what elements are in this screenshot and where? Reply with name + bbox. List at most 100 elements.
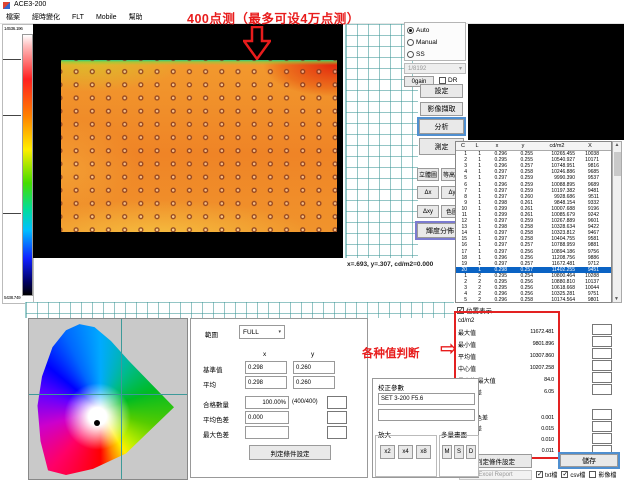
calibration-extra-field[interactable]	[378, 409, 475, 421]
cie-crosshair-horizontal	[29, 394, 187, 395]
annotation-points-text: 400点测（最多可设4万点测）	[187, 8, 360, 27]
stat-row: 中心值 10207.258	[458, 362, 554, 374]
analyze-button[interactable]: 分析	[419, 119, 464, 134]
cie-chromaticity-panel[interactable]	[28, 318, 188, 480]
cie-horseshoe-gamut	[33, 321, 183, 475]
reference-x-field[interactable]: 0.298	[245, 361, 287, 374]
avg-colordiff-field[interactable]: 0.000	[245, 411, 289, 424]
range-panel: 範圍 FULL ▾ x y 基準值 0.298 0.260 平均 0.298 0…	[190, 318, 368, 478]
calibration-panel: 校正參數 SET 3-200 F5.6 放大 x2x4x8 多量畫面 MSD	[372, 378, 479, 478]
graph-paper-bottom	[25, 302, 454, 318]
column-header: L	[470, 143, 484, 149]
average-y-field[interactable]: 0.260	[293, 376, 335, 389]
luminance-section-header: cd/m2	[458, 315, 554, 326]
shutter-select[interactable]: 1/8192 ▾	[404, 63, 466, 74]
app-window: ACE3-200 檔案經時變化FLTMobile幫助 14536.196 543…	[0, 0, 624, 480]
camera-preview	[468, 24, 624, 140]
zoom-button[interactable]: x2	[380, 445, 395, 459]
judgment-box	[327, 411, 347, 424]
cie-crosshair-vertical	[121, 319, 122, 479]
radio-icon	[407, 39, 414, 46]
column-header: cd/m2	[536, 143, 578, 149]
capture-button[interactable]: 影像擷取	[420, 102, 463, 116]
menu-item[interactable]: 檔案	[0, 12, 26, 22]
column-header: y	[510, 143, 536, 149]
delta-x-button[interactable]: Δx	[417, 186, 439, 199]
menu-item[interactable]: 幫助	[123, 12, 149, 22]
radio-icon	[407, 27, 414, 34]
judgment-box	[592, 324, 612, 335]
stat-row: 最大值 11672.481	[458, 326, 554, 338]
scrollbar-thumb[interactable]	[614, 152, 621, 176]
measurement-table[interactable]: CLxycd/m2X 1 1 0.296 0.255 10265.455 100…	[455, 141, 612, 303]
judgment-box	[592, 384, 612, 395]
max-colordiff-label: 最大色差	[203, 429, 229, 439]
app-icon	[3, 2, 10, 9]
judgment-box	[592, 409, 612, 420]
view3d-button[interactable]: 立體圖	[417, 168, 439, 181]
menu-item[interactable]: Mobile	[90, 14, 123, 21]
judgment-condition-button[interactable]: 判定條件設定	[249, 445, 331, 460]
range-label: 範圍	[205, 329, 218, 339]
table-header: CLxycd/m2X	[456, 142, 611, 151]
stat-row: 最小值 9801.896	[458, 338, 554, 350]
annotation-right-arrow: ⇨	[440, 336, 457, 361]
judgment-box	[327, 396, 347, 409]
colorbar-tick	[3, 115, 21, 116]
colorbar-tick	[3, 59, 21, 60]
checkbox-icon	[536, 471, 543, 478]
annotation-down-arrow	[243, 26, 271, 60]
table-body: 1 1 0.296 0.255 10265.455 10038 2 1 0.29…	[456, 151, 611, 303]
column-header: C	[456, 143, 470, 149]
max-colordiff-field[interactable]	[245, 426, 289, 439]
delta-xy-button[interactable]: Δxy	[417, 205, 439, 218]
zoom-button[interactable]: x8	[416, 445, 431, 459]
average-x-field[interactable]: 0.298	[245, 376, 287, 389]
position-display-checkbox[interactable]: 位置表示	[457, 305, 492, 315]
table-row[interactable]: 5 2 0.296 0.258 10174.564 9801	[456, 297, 611, 303]
multi-button[interactable]: M	[442, 445, 452, 459]
save-button[interactable]: 儲存	[560, 454, 618, 467]
cursor-status-line: x=.693, y=.307, cd/m2=0.000	[347, 261, 433, 268]
scroll-up-icon[interactable]: ▲	[613, 142, 621, 148]
menu-item[interactable]: 經時變化	[26, 12, 66, 22]
calibration-title: 校正參數	[378, 382, 404, 392]
luminance-heatmap[interactable]	[61, 60, 337, 232]
export-format-checkbox[interactable]: csv檔	[561, 470, 585, 479]
chevron-down-icon: ▾	[278, 329, 281, 335]
judgment-box	[592, 360, 612, 371]
judgment-boxes-chroma	[592, 409, 612, 457]
checkbox-icon	[439, 77, 446, 84]
column-header: x	[484, 143, 510, 149]
multi-button[interactable]: S	[454, 445, 464, 459]
dr-checkbox[interactable]: DR	[439, 77, 457, 84]
table-scrollbar[interactable]: ▲ ▼	[612, 141, 622, 303]
exposure-mode-radio[interactable]: Manual	[407, 36, 463, 48]
calibration-set-field[interactable]: SET 3-200 F5.6	[378, 393, 475, 405]
export-format-checkbox[interactable]: txt檔	[536, 470, 557, 479]
checkbox-icon	[457, 307, 464, 314]
reference-label: 基準值	[203, 364, 223, 374]
range-select[interactable]: FULL ▾	[239, 325, 285, 339]
judgment-boxes-luminance	[592, 324, 612, 396]
column-header: X	[578, 143, 602, 149]
measurement-view[interactable]	[33, 24, 343, 258]
exposure-mode-radio[interactable]: Auto	[407, 24, 463, 36]
colorbar-min-label: 5438.749	[4, 295, 20, 300]
exposure-mode-radio[interactable]: SS	[407, 48, 463, 60]
pass-count-field: 100.00%	[245, 396, 289, 409]
export-format-checkbox[interactable]: 影像檔	[589, 470, 616, 479]
colorbar-panel: 14536.196 5438.749	[2, 24, 34, 304]
multi-button[interactable]: D	[466, 445, 476, 459]
zoom-button[interactable]: x4	[398, 445, 413, 459]
settings-button[interactable]: 設定	[420, 84, 463, 98]
export-format-checks: txt檔 csv檔 影像檔	[536, 470, 616, 479]
scroll-down-icon[interactable]: ▼	[614, 296, 619, 302]
window-title: ACE3-200	[14, 1, 46, 8]
col-y-label: y	[311, 351, 314, 358]
menu-item[interactable]: FLT	[66, 14, 90, 21]
colorbar-gradient	[22, 34, 33, 296]
judgment-box	[327, 426, 347, 439]
reference-y-field[interactable]: 0.260	[293, 361, 335, 374]
judgment-box	[592, 348, 612, 359]
